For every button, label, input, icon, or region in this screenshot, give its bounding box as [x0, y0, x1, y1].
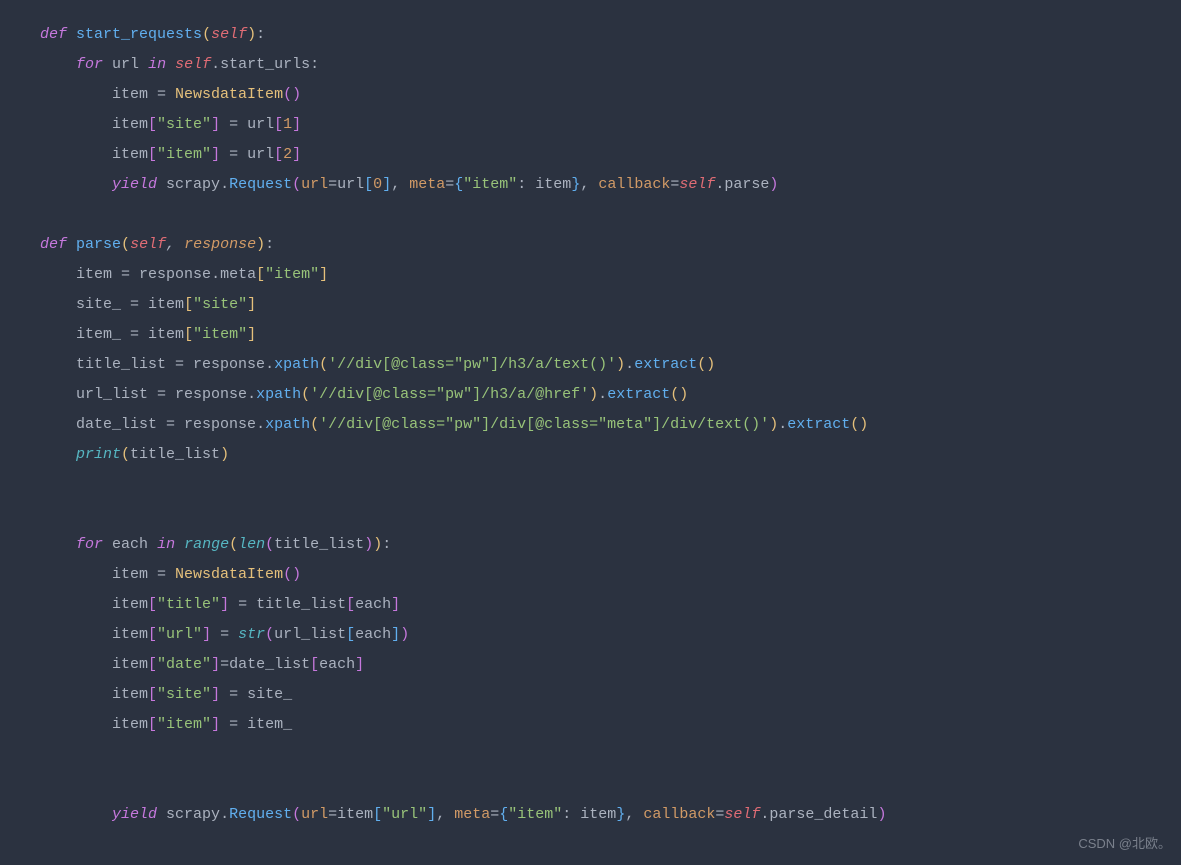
keyword-def: def — [40, 26, 67, 43]
self-param: self — [211, 26, 247, 43]
builtin-len: len — [238, 536, 265, 553]
watermark: CSDN @北欧。 — [1078, 829, 1171, 859]
keyword-for: for — [76, 56, 103, 73]
keyword-in: in — [148, 56, 166, 73]
keyword-yield: yield — [112, 176, 157, 193]
func-parse: parse — [76, 236, 121, 253]
var-url: url — [112, 56, 139, 73]
builtin-print: print — [76, 446, 121, 463]
builtin-str: str — [238, 626, 265, 643]
param-response: response — [184, 236, 256, 253]
builtin-range: range — [184, 536, 229, 553]
func-start-requests: start_requests — [76, 26, 202, 43]
code-block: def start_requests(self): for url in sel… — [0, 0, 1181, 850]
class-newsdataitem: NewsdataItem — [175, 86, 283, 103]
